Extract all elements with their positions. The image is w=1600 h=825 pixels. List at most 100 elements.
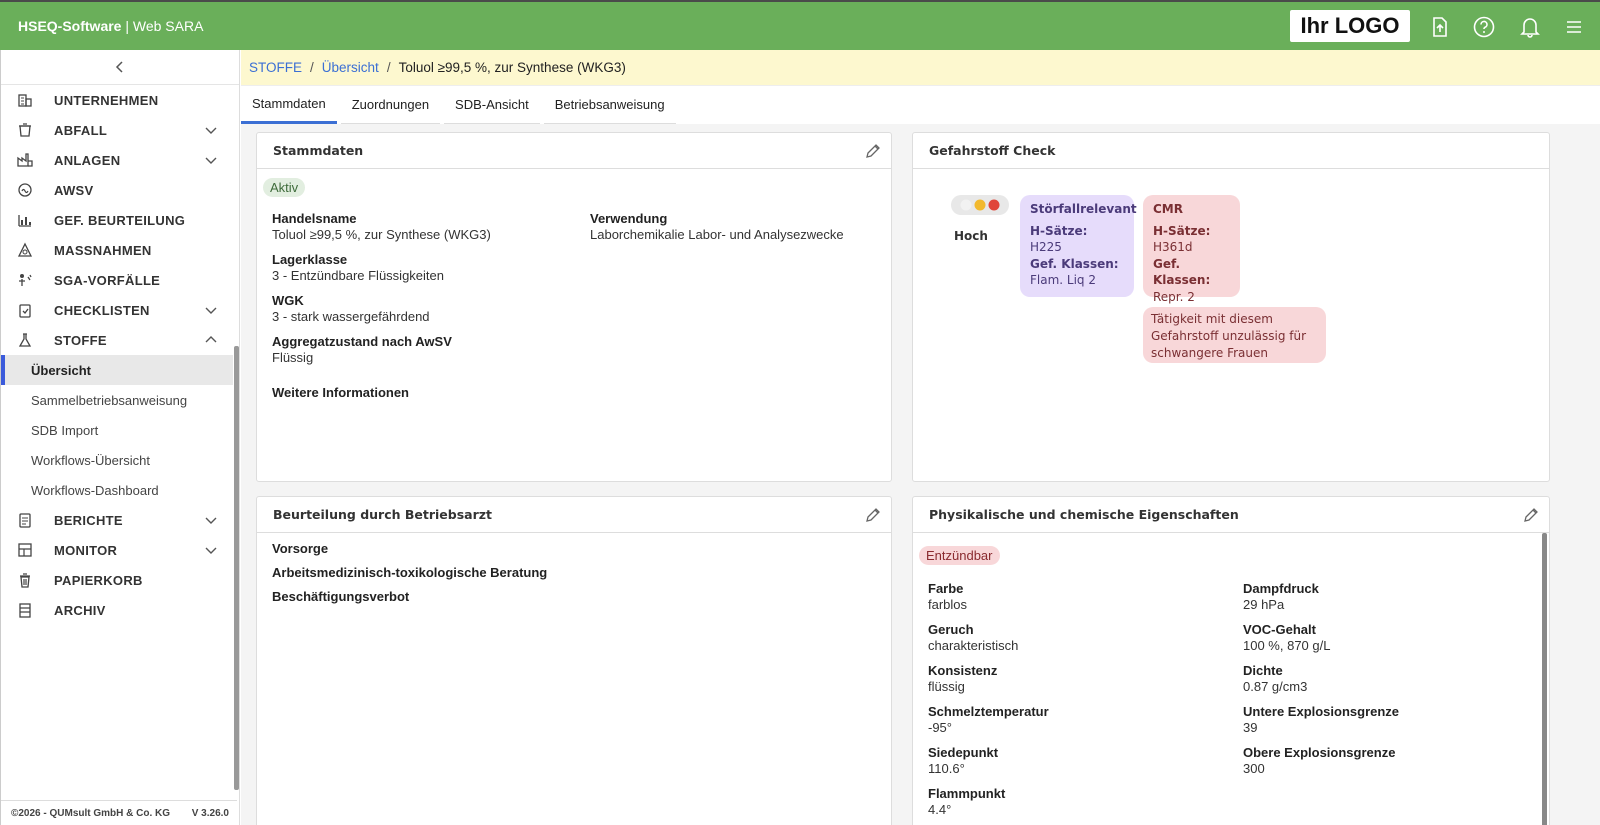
copyright-text: ©2026 - QUMsult GmbH & Co. KG <box>11 807 171 819</box>
property-field: Dampfdruck 29 hPa <box>1243 581 1319 612</box>
property-field: Obere Explosionsgrenze 300 <box>1243 745 1396 776</box>
incident-icon <box>19 274 32 286</box>
sidebar-item-anlagen[interactable]: ANLAGEN <box>1 145 239 175</box>
chevron-down-icon[interactable] <box>205 544 217 556</box>
measures-icon <box>17 242 33 257</box>
sidebar-item-awsv[interactable]: AWSV <box>1 175 239 205</box>
edit-icon[interactable] <box>865 507 881 523</box>
pregnancy-warning: Tätigkeit mit diesem Gefahrstoff unzuläs… <box>1143 307 1326 363</box>
traffic-light-indicator <box>951 195 1009 215</box>
sidebar-item-label: AWSV <box>54 182 94 198</box>
app-brand[interactable]: HSEQ-Software | Web SARA <box>18 18 203 34</box>
property-field: Konsistenz flüssig <box>928 663 998 694</box>
sidebar-item-unternehmen[interactable]: UNTERNEHMEN <box>1 85 239 115</box>
gefahrstoff-check-card: Gefahrstoff Check Hoch Störfallrelevant … <box>912 132 1550 482</box>
physikalische-eigenschaften-card: Physikalische und chemische Eigenschafte… <box>912 496 1550 825</box>
beschaeftigungsverbot-label: Beschäftigungsverbot <box>272 589 410 604</box>
menu-icon[interactable] <box>1562 15 1586 39</box>
sidebar-item-label: ANLAGEN <box>54 152 121 168</box>
traffic-light-icon <box>960 199 1000 211</box>
sidebar-subitem[interactable]: Übersicht <box>1 355 233 385</box>
chevron-down-icon[interactable] <box>205 154 217 166</box>
sidebar-item-stoffe[interactable]: STOFFE <box>1 325 239 355</box>
status-badge: Aktiv <box>263 178 306 197</box>
breadcrumb-current: Toluol ≥99,5 %, zur Synthese (WKG3) <box>398 60 626 75</box>
sidebar-item-label: GEF. BEURTEILUNG <box>54 212 186 228</box>
sidebar-item-monitor[interactable]: MONITOR <box>1 535 239 565</box>
property-field: Farbe farblos <box>928 581 968 612</box>
bell-icon[interactable] <box>1518 15 1542 39</box>
sidebar: UNTERNEHMEN ABFALL ANLAGEN AWSV GEF. BEURTEI… <box>0 50 240 825</box>
sidebar-item-berichte[interactable]: BERICHTE <box>1 505 239 535</box>
flask-icon <box>18 333 32 347</box>
sidebar-item-checklisten[interactable]: CHECKLISTEN <box>1 295 239 325</box>
sidebar-item-massnahmen[interactable]: MASSNAHMEN <box>1 235 239 265</box>
upload-icon[interactable] <box>1428 15 1452 39</box>
chevron-down-icon[interactable] <box>205 514 217 526</box>
property-field: Siedepunkt 110.6° <box>928 745 999 776</box>
card-title: Gefahrstoff Check <box>913 133 1549 169</box>
tab-zuordnungen[interactable]: Zuordnungen <box>340 86 441 124</box>
sidebar-item-archiv[interactable]: ARCHIV <box>1 595 239 625</box>
sidebar-item-label: ARCHIV <box>54 602 106 618</box>
breadcrumb-uebersicht[interactable]: Übersicht <box>322 60 379 75</box>
aggregatzustand-field: Aggregatzustand nach AwSV Flüssig <box>272 334 452 365</box>
sidebar-subitem[interactable]: Workflows-Übersicht <box>1 445 239 475</box>
card-title: Stammdaten <box>257 133 891 169</box>
wgk-field: WGK 3 - stark wassergefährdend <box>272 293 430 324</box>
breadcrumb-stoffe[interactable]: STOFFE <box>249 60 302 75</box>
report-icon <box>19 513 31 528</box>
trash-icon <box>20 573 30 588</box>
tab-bar: Stammdaten Zuordnungen SDB-Ansicht Betri… <box>241 86 1600 124</box>
chevron-up-icon[interactable] <box>205 334 217 346</box>
sidebar-footer: ©2026 - QUMsult GmbH & Co. KG V 3.26.0 <box>1 800 237 825</box>
card-title: Beurteilung durch Betriebsarzt <box>257 497 891 533</box>
sidebar-item-label: UNTERNEHMEN <box>54 92 159 108</box>
property-field: VOC-Gehalt 100 %, 870 g/L <box>1243 622 1331 653</box>
factory-icon <box>17 153 33 167</box>
chart-icon <box>18 215 31 227</box>
breadcrumb: STOFFE / Übersicht / Toluol ≥99,5 %, zur… <box>241 50 1600 86</box>
chevron-left-icon <box>115 61 123 73</box>
sidebar-item-label: BERICHTE <box>54 512 123 528</box>
sidebar-item-gef-beurteilung[interactable]: GEF. BEURTEILUNG <box>1 205 239 235</box>
property-field: Flammpunkt 4.4° <box>928 786 1006 817</box>
property-field: Dichte 0.87 g/cm3 <box>1243 663 1308 694</box>
help-icon[interactable] <box>1472 15 1496 39</box>
edit-icon[interactable] <box>1523 507 1539 523</box>
stammdaten-card: Stammdaten Aktiv Handelsname Toluol ≥99,… <box>256 132 892 482</box>
lagerklasse-field: Lagerklasse 3 - Entzündbare Flüssigkeite… <box>272 252 444 283</box>
sidebar-item-sga-vorfälle[interactable]: SGA-VORFÄLLE <box>1 265 239 295</box>
version-text: V 3.26.0 <box>191 807 229 819</box>
checklist-icon <box>19 304 31 318</box>
sidebar-subitem[interactable]: Workflows-Dashboard <box>1 475 239 505</box>
sidebar-item-label: MONITOR <box>54 542 118 558</box>
sidebar-item-label: PAPIERKORB <box>54 572 143 588</box>
cmr-pill: CMR H-Sätze: H361d Gef. Klassen: Repr. 2 <box>1143 195 1240 304</box>
sidebar-item-label: SGA-VORFÄLLE <box>54 272 161 288</box>
archive-icon <box>19 603 31 618</box>
sidebar-scrollbar[interactable] <box>234 346 239 790</box>
property-field: Schmelztemperatur -95° <box>928 704 1049 735</box>
verwendung-field: Verwendung Laborchemikalie Labor- und An… <box>590 211 844 242</box>
property-field: Untere Explosionsgrenze 39 <box>1243 704 1400 735</box>
tab-stammdaten[interactable]: Stammdaten <box>241 86 337 124</box>
chevron-down-icon[interactable] <box>205 124 217 136</box>
handelsname-field: Handelsname Toluol ≥99,5 %, zur Synthese… <box>272 211 491 242</box>
chevron-down-icon[interactable] <box>205 304 217 316</box>
sidebar-subitem[interactable]: SDB Import <box>1 415 239 445</box>
edit-icon[interactable] <box>865 143 881 159</box>
tab-betriebsanweisung[interactable]: Betriebsanweisung <box>543 86 676 124</box>
tab-sdb-ansicht[interactable]: SDB-Ansicht <box>444 86 540 124</box>
sidebar-subitem[interactable]: Sammelbetriebsanweisung <box>1 385 239 415</box>
stoerfall-pill: Störfallrelevant H-Sätze: H225 Gef. Klas… <box>1020 195 1137 297</box>
sidebar-item-papierkorb[interactable]: PAPIERKORB <box>1 565 239 595</box>
main-content: Stammdaten Aktiv Handelsname Toluol ≥99,… <box>241 124 1600 825</box>
sidebar-collapse-button[interactable] <box>1 50 239 85</box>
top-bar: HSEQ-Software | Web SARA Ihr LOGO <box>0 0 1600 50</box>
water-icon <box>18 183 32 197</box>
waste-bin-icon <box>19 123 31 137</box>
entzuendbar-badge: Entzündbar <box>919 546 1000 565</box>
card-scrollbar[interactable] <box>1542 533 1547 825</box>
sidebar-item-abfall[interactable]: ABFALL <box>1 115 239 145</box>
